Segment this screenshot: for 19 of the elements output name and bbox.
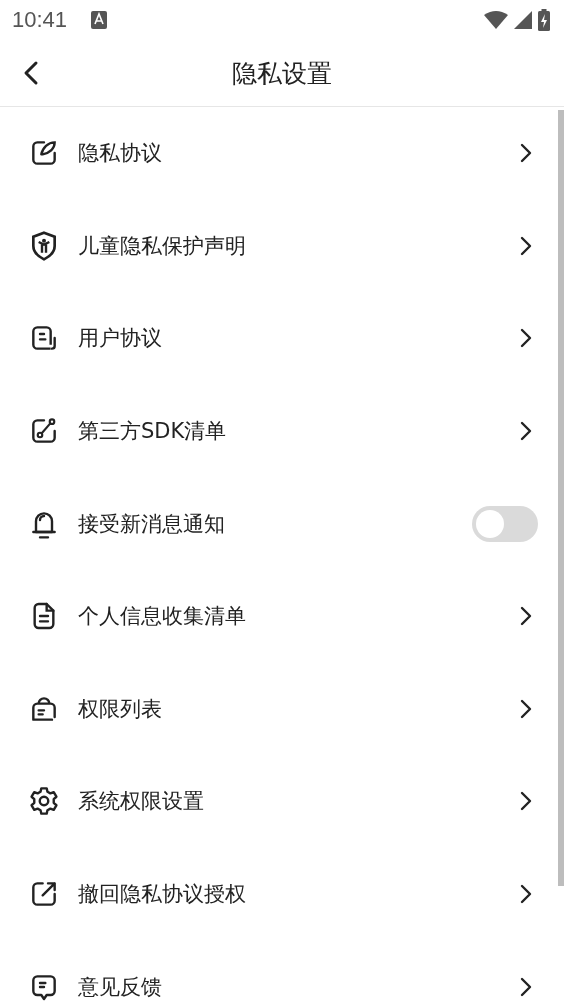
menu-item-label[interactable]: 系统权限设置 [78,787,516,816]
scrollbar[interactable] [558,110,564,886]
battery-charging-icon [538,9,550,31]
menu-item-label[interactable]: 个人信息收集清单 [78,602,516,631]
menu-item-label[interactable]: 意见反馈 [78,972,516,1001]
signal-icon [514,11,532,29]
toggle-switch[interactable] [472,505,538,542]
menu-item-label[interactable]: 用户协议 [78,324,516,353]
menu-item-label[interactable]: 第三方SDK清单 [78,417,516,446]
page-title: 隐私设置 [232,57,332,90]
gear-icon [28,785,60,818]
keyboard-notification-icon [91,11,108,29]
status-time: 10:41 [12,7,68,33]
menu-item-label[interactable]: 接受新消息通知 [78,509,472,538]
menu-item-label[interactable]: 权限列表 [78,694,516,723]
menu-item-label[interactable]: 隐私协议 [78,139,516,168]
wifi-icon [484,11,508,29]
menu-item-label[interactable]: 儿童隐私保护声明 [78,231,516,260]
menu-item-label[interactable]: 撤回隐私协议授权 [78,880,516,909]
